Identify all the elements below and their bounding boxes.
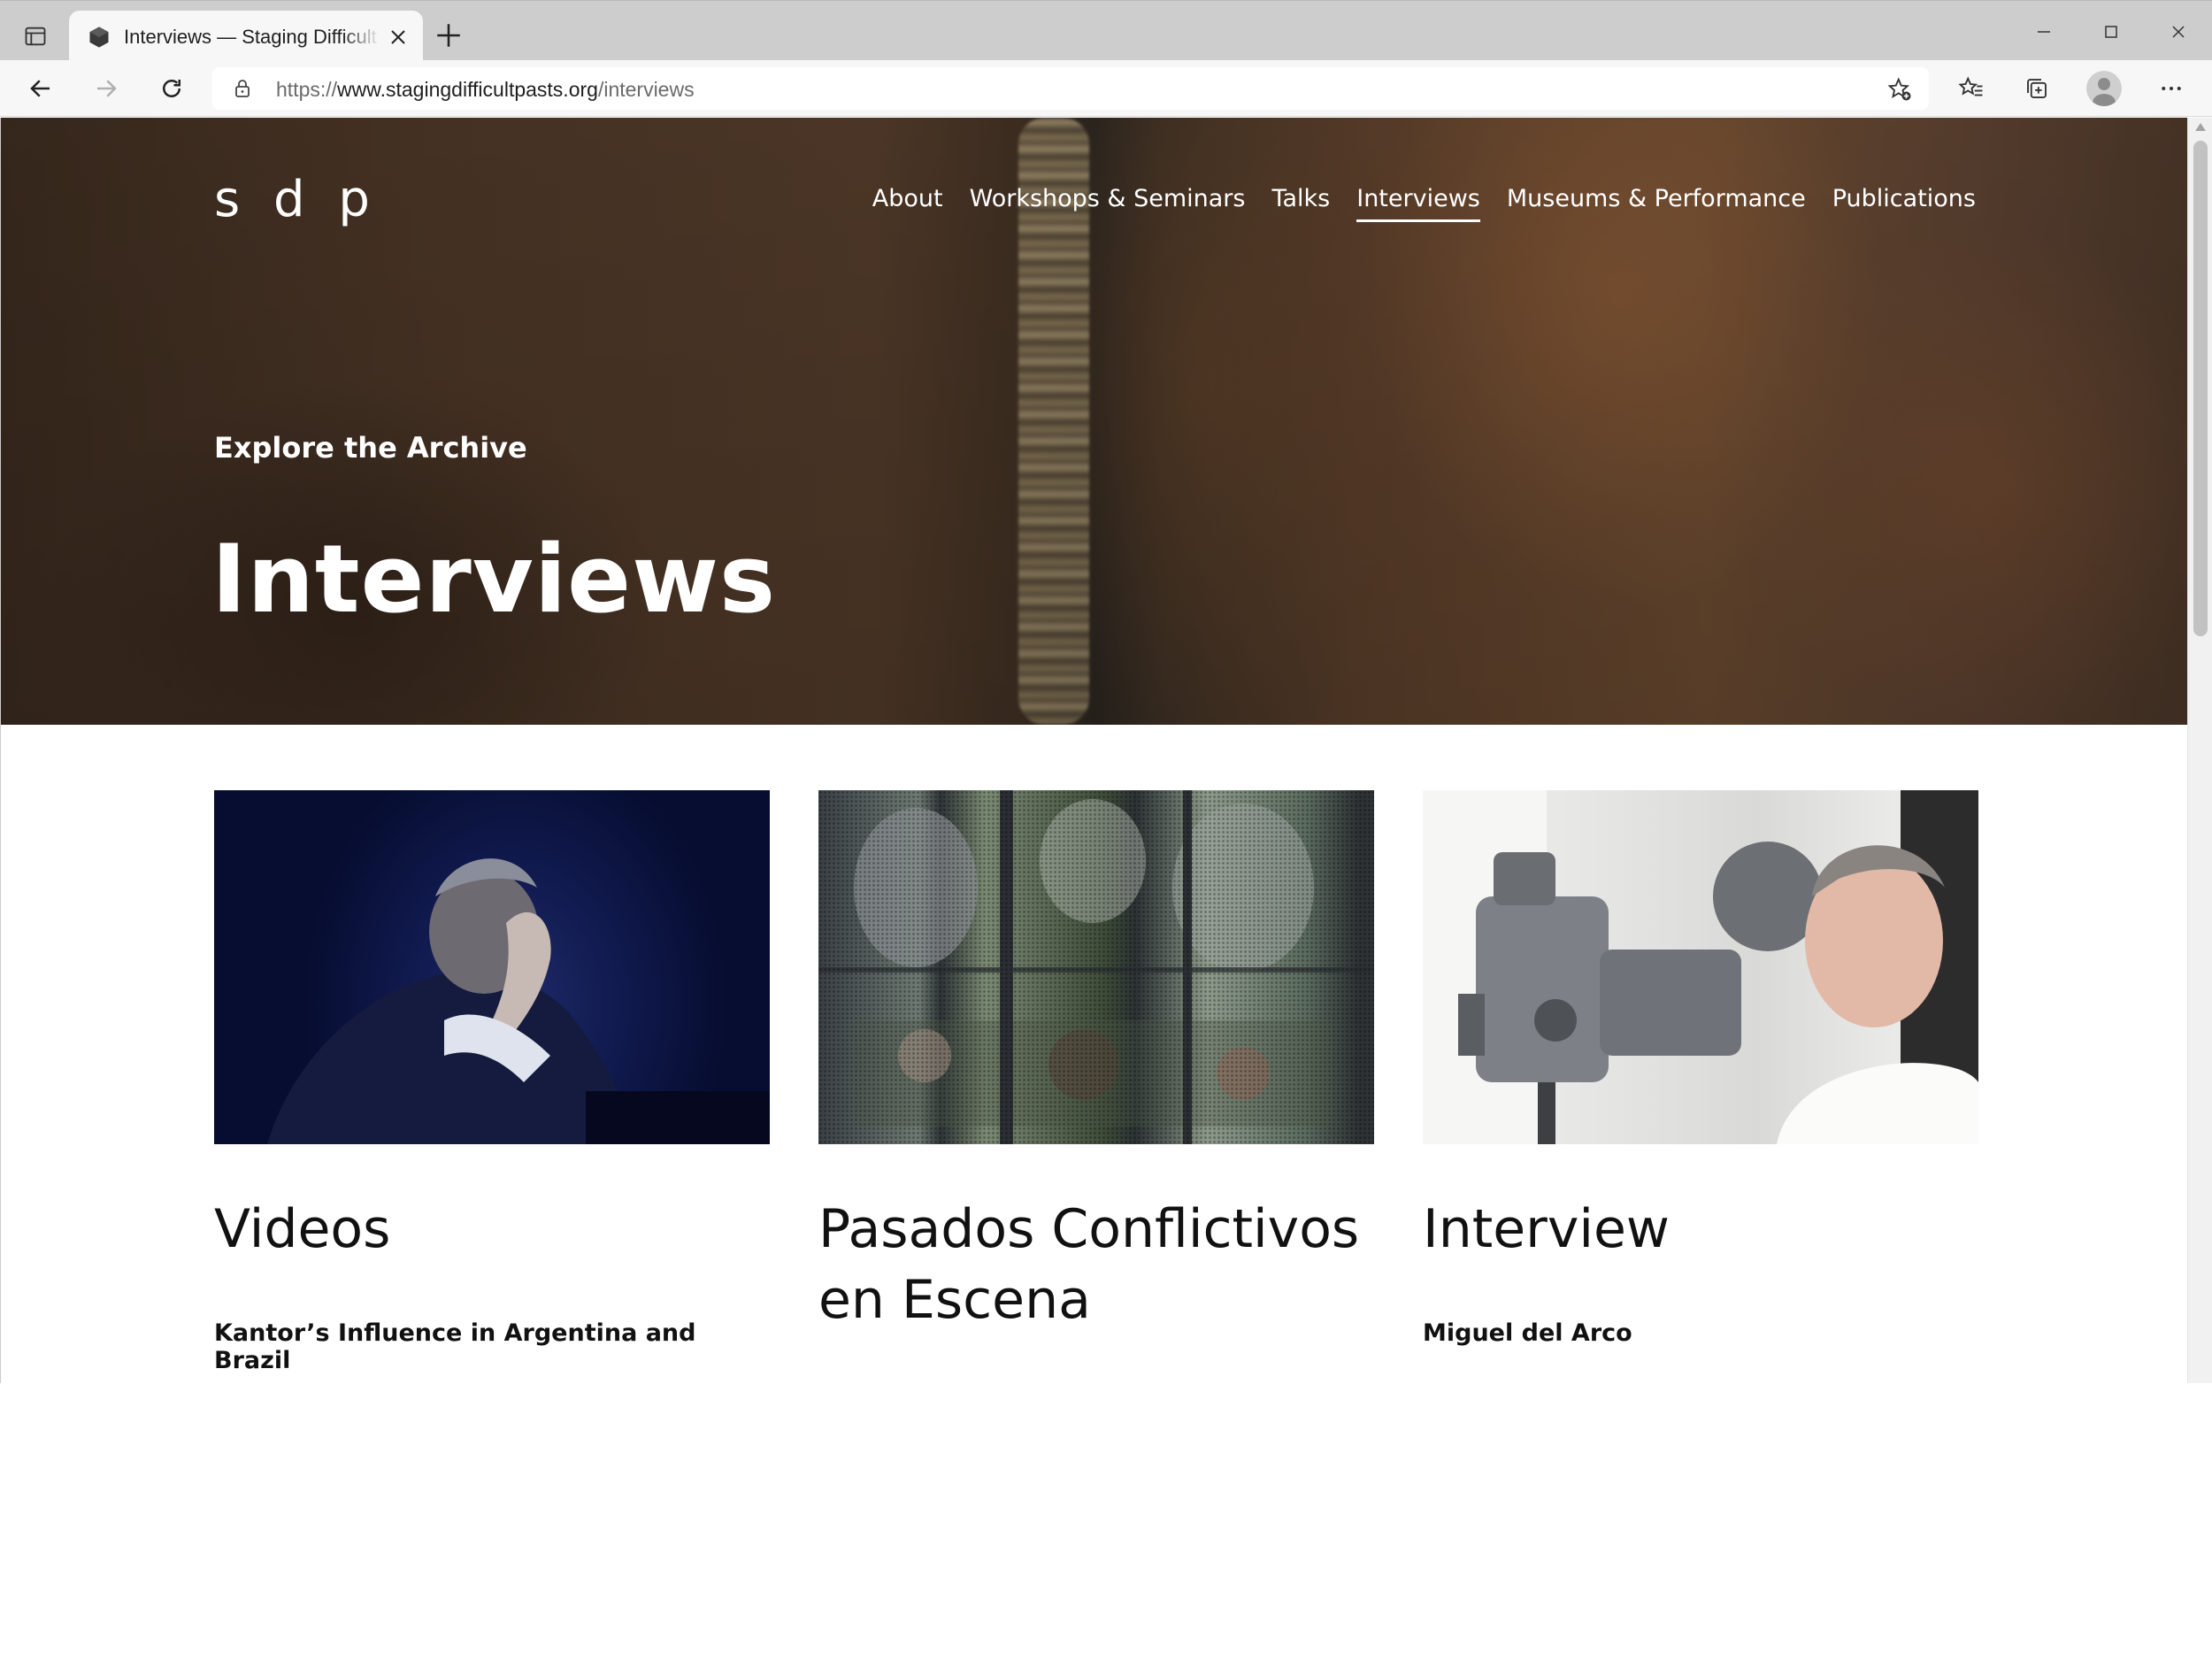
back-icon[interactable] [25, 73, 57, 104]
add-favorite-icon[interactable] [1886, 76, 1913, 103]
card-image-interview[interactable] [1423, 790, 1978, 1144]
collections-icon[interactable] [2021, 73, 2053, 104]
card-title[interactable]: Pasados Conflictivos en Escena [818, 1194, 1374, 1335]
reload-icon[interactable] [156, 73, 188, 104]
close-tab-icon[interactable] [388, 27, 409, 48]
nav-workshops-seminars[interactable]: Workshops & Seminars [970, 185, 1246, 222]
hero-kicker: Explore the Archive [214, 431, 527, 465]
active-tab[interactable]: Interviews — Staging Difficult Pasts [69, 11, 423, 61]
card-title[interactable]: Videos [214, 1194, 770, 1265]
card-interview[interactable]: Interview Miguel del Arco [1423, 790, 1978, 1347]
profile-avatar-icon[interactable] [2086, 71, 2122, 106]
nav-interviews[interactable]: Interviews [1356, 185, 1480, 222]
tab-bar: Interviews — Staging Difficult Pasts [0, 0, 2212, 61]
address-bar[interactable]: https://www.stagingdifficultpasts.org/in… [212, 67, 1929, 110]
card-title[interactable]: Interview [1423, 1194, 1978, 1265]
card-subtitle[interactable]: Miguel del Arco [1423, 1319, 1978, 1347]
favorites-icon[interactable] [1955, 73, 1987, 104]
card-pasados-conflictivos[interactable]: Pasados Conflictivos en Escena [818, 790, 1374, 1335]
nav-about[interactable]: About [872, 185, 943, 222]
tab-title: Interviews — Staging Difficult Pasts [124, 26, 380, 48]
new-tab-icon[interactable] [434, 20, 464, 50]
card-videos[interactable]: Videos Kantor’s Influence in Argentina a… [214, 790, 770, 1374]
nav-museums-performance[interactable]: Museums & Performance [1507, 185, 1806, 222]
tab-actions-icon[interactable] [19, 20, 51, 52]
card-subtitle[interactable]: Kantor’s Influence in Argentina and Braz… [214, 1319, 770, 1374]
page-viewport: s d p About Workshops & Seminars Talks I… [0, 118, 2212, 1383]
main-nav: About Workshops & Seminars Talks Intervi… [872, 185, 1976, 222]
nav-talks[interactable]: Talks [1271, 185, 1330, 222]
maximize-icon[interactable] [2093, 17, 2129, 47]
scroll-up-icon[interactable] [2195, 123, 2206, 131]
card-image-videos[interactable] [214, 790, 770, 1144]
lock-icon[interactable] [232, 78, 253, 99]
page-title: Interviews [211, 525, 777, 634]
page-scrollbar[interactable] [2187, 118, 2212, 1383]
close-window-icon[interactable] [2161, 17, 2196, 47]
hero-banner: s d p About Workshops & Seminars Talks I… [1, 118, 2188, 725]
forward-icon[interactable] [90, 73, 122, 104]
browser-toolbar: https://www.stagingdifficultpasts.org/in… [0, 60, 2212, 117]
url-text[interactable]: https://www.stagingdifficultpasts.org/in… [276, 78, 695, 102]
scrollbar-thumb[interactable] [2193, 141, 2208, 636]
more-options-icon[interactable] [2155, 73, 2187, 104]
minimize-icon[interactable] [2026, 17, 2062, 47]
card-image-pasados-conflictivos[interactable] [818, 790, 1374, 1144]
site-logo[interactable]: s d p [214, 171, 379, 228]
site-favicon-icon [89, 27, 109, 48]
nav-publications[interactable]: Publications [1832, 185, 1976, 222]
